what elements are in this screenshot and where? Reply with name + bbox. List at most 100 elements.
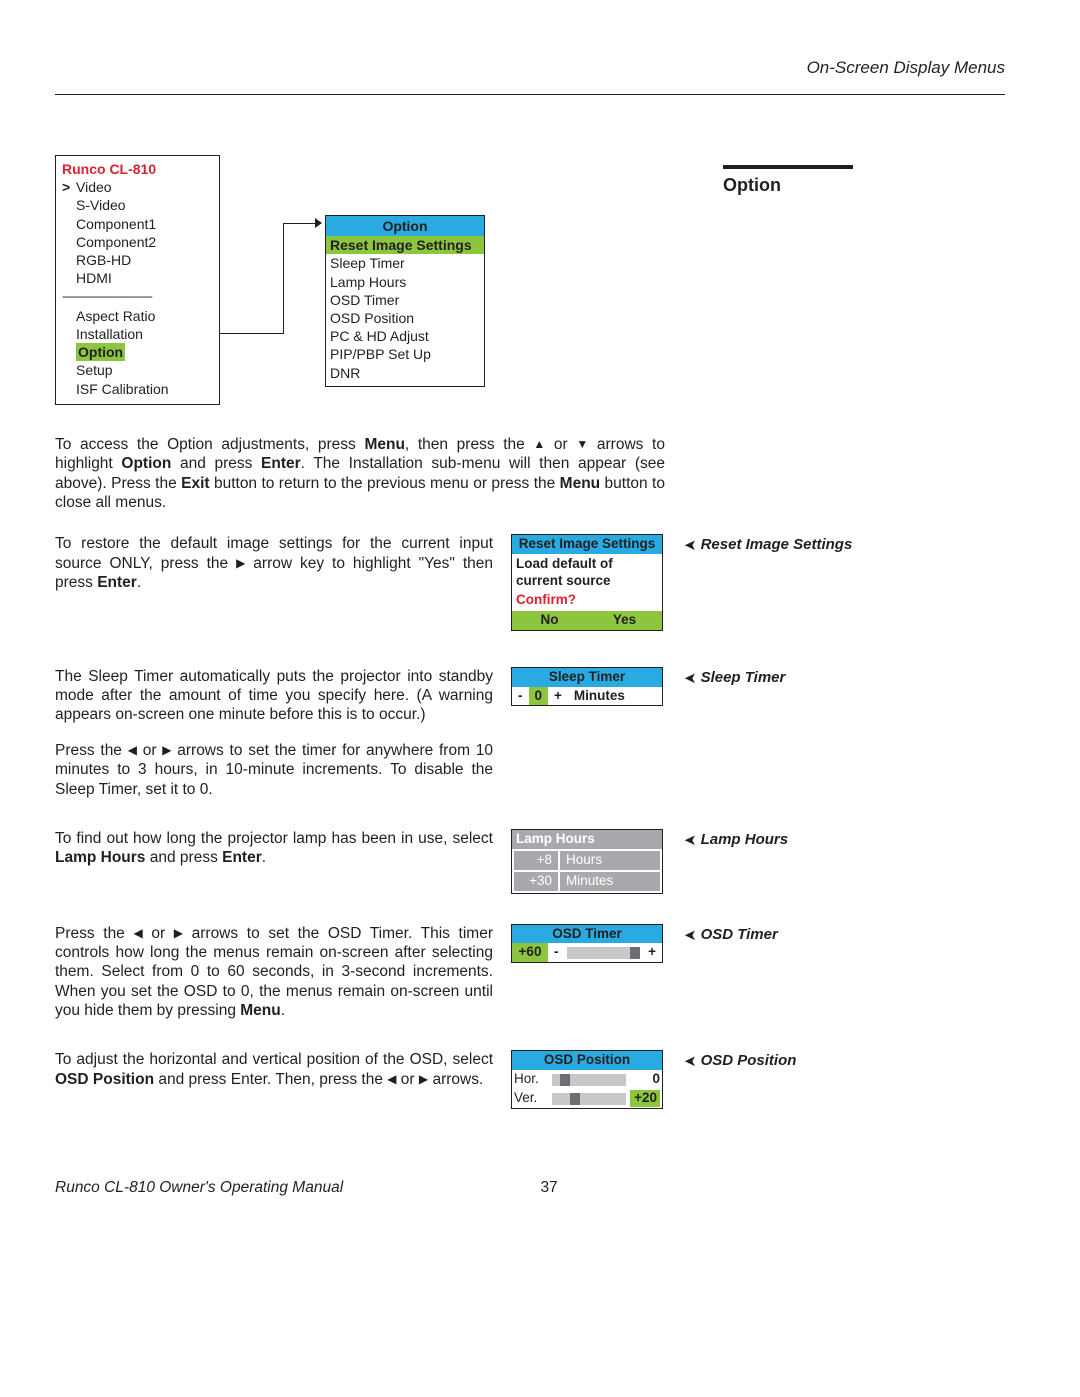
osd-timer-section: Press the ◀ or ▶ arrows to set the OSD T… [55, 924, 1005, 1021]
osd-position-box: OSD Position Hor. 0 Ver. +20 [511, 1050, 663, 1109]
sleep-section: The Sleep Timer automatically puts the p… [55, 667, 1005, 799]
osd-title: OSD Position [512, 1051, 662, 1070]
footer-title: Runco CL-810 Owner's Operating Manual [55, 1179, 343, 1197]
right-arrow-icon: ▶ [162, 743, 171, 758]
page-footer: Runco CL-810 Owner's Operating Manual 37 [55, 1179, 1005, 1197]
option-menu-title: Option [326, 216, 484, 236]
lamp-section: To find out how long the projector lamp … [55, 829, 1005, 894]
slider-track [552, 1074, 626, 1086]
lamp-hours-value: +8 [514, 851, 558, 870]
osd-position-text: To adjust the horizontal and vertical po… [55, 1050, 493, 1089]
left-arrow-icon: ◀ [387, 1072, 396, 1087]
main-menu-item: Component2 [76, 233, 156, 251]
osd-title: OSD Timer [512, 925, 662, 944]
main-menu-item: Installation [76, 325, 143, 343]
main-menu-highlight: Option [76, 343, 125, 361]
osd-timer-box: OSD Timer +60 - + [511, 924, 663, 964]
connector-line [283, 223, 317, 224]
minus-icon: - [548, 943, 565, 962]
option-menu-item: Sleep Timer [330, 254, 480, 272]
connector-line [220, 333, 283, 334]
osd-timer-text: Press the ◀ or ▶ arrows to set the OSD T… [55, 924, 493, 1021]
reset-osd-box: Reset Image Settings Load default of cur… [511, 534, 663, 630]
option-menu-box: Option Reset Image Settings Sleep Timer … [325, 215, 485, 387]
option-menu-item: OSD Timer [330, 291, 480, 309]
caret-icon: > [62, 178, 76, 196]
header-rule [55, 94, 1005, 95]
sleep-value: 0 [529, 687, 549, 706]
confirm-label: Confirm? [512, 592, 662, 611]
slider-thumb [560, 1074, 570, 1086]
main-menu-item: ISF Calibration [76, 380, 169, 398]
minus-icon: - [512, 687, 529, 706]
confirm-yes: Yes [587, 611, 662, 630]
lamp-text: To find out how long the projector lamp … [55, 829, 493, 868]
osd-title: Lamp Hours [512, 830, 662, 849]
option-menu-item: OSD Position [330, 309, 480, 327]
main-menu-item: HDMI [76, 269, 112, 287]
lamp-min-value: +30 [514, 872, 558, 891]
menu-diagrams: Runco CL-810 >Video S-Video Component1 C… [55, 155, 1005, 405]
main-menu-item: Aspect Ratio [76, 307, 155, 325]
slider-track [552, 1093, 626, 1105]
sleep-unit: Minutes [568, 687, 631, 706]
osd-position-label: ➤OSD Position [684, 1050, 1005, 1070]
hor-value: 0 [630, 1071, 660, 1088]
pointer-left-icon: ➤ [684, 669, 697, 687]
sleep-osd-box: Sleep Timer - 0 + Minutes [511, 667, 663, 707]
down-arrow-icon: ▼ [576, 437, 588, 452]
pointer-left-icon: ➤ [684, 536, 697, 554]
lamp-hours-unit: Hours [560, 851, 660, 870]
osd-timer-label: ➤OSD Timer [684, 924, 1005, 944]
main-menu-item: S-Video [76, 196, 126, 214]
reset-label: ➤Reset Image Settings [684, 534, 1005, 554]
pointer-left-icon: ➤ [684, 1052, 697, 1070]
main-menu-item: Video [76, 178, 112, 196]
osd-position-section: To adjust the horizontal and vertical po… [55, 1050, 1005, 1109]
osd-title: Sleep Timer [512, 668, 662, 687]
reset-text: To restore the default image settings fo… [55, 534, 493, 592]
intro-paragraph: To access the Option adjustments, press … [55, 435, 665, 513]
option-menu-highlight: Reset Image Settings [326, 236, 484, 254]
main-menu-box: Runco CL-810 >Video S-Video Component1 C… [55, 155, 220, 405]
arrow-right-icon [315, 218, 322, 228]
osd-title: Reset Image Settings [512, 535, 662, 554]
plus-icon: + [548, 687, 568, 706]
pointer-left-icon: ➤ [684, 926, 697, 944]
osd-timer-value: +60 [512, 943, 548, 962]
reset-section: To restore the default image settings fo… [55, 534, 1005, 630]
sleep-label: ➤Sleep Timer [684, 667, 1005, 687]
option-menu-item: PC & HD Adjust [330, 327, 480, 345]
connector-line [283, 223, 284, 334]
right-arrow-icon: ▶ [174, 926, 183, 941]
main-menu-title: Runco CL-810 [56, 156, 219, 178]
sleep-text: The Sleep Timer automatically puts the p… [55, 667, 493, 799]
page-number: 37 [540, 1179, 557, 1197]
menu-divider: ------------------------------ [62, 289, 213, 305]
left-arrow-icon: ◀ [133, 926, 142, 941]
right-arrow-icon: ▶ [236, 556, 245, 571]
slider-thumb [630, 947, 640, 959]
ver-label: Ver. [514, 1090, 548, 1107]
up-arrow-icon: ▲ [533, 437, 545, 452]
option-menu-item: Lamp Hours [330, 273, 480, 291]
option-menu-item: PIP/PBP Set Up [330, 345, 480, 363]
slider-track [567, 947, 641, 959]
main-menu-item: RGB-HD [76, 251, 131, 269]
plus-icon: + [642, 943, 662, 962]
left-arrow-icon: ◀ [128, 743, 137, 758]
right-arrow-icon: ▶ [419, 1072, 428, 1087]
osd-body-text: Load default of current source [512, 554, 662, 592]
hor-label: Hor. [514, 1071, 548, 1088]
confirm-no: No [512, 611, 587, 630]
pointer-left-icon: ➤ [684, 831, 697, 849]
page-header-section: On-Screen Display Menus [55, 58, 1005, 78]
option-menu-item: DNR [330, 364, 480, 382]
main-menu-item: Setup [76, 361, 113, 379]
ver-value: +20 [630, 1090, 660, 1107]
lamp-osd-box: Lamp Hours +8Hours +30Minutes [511, 829, 663, 894]
lamp-label: ➤Lamp Hours [684, 829, 1005, 849]
main-menu-item: Component1 [76, 215, 156, 233]
lamp-min-unit: Minutes [560, 872, 660, 891]
slider-thumb [570, 1093, 580, 1105]
